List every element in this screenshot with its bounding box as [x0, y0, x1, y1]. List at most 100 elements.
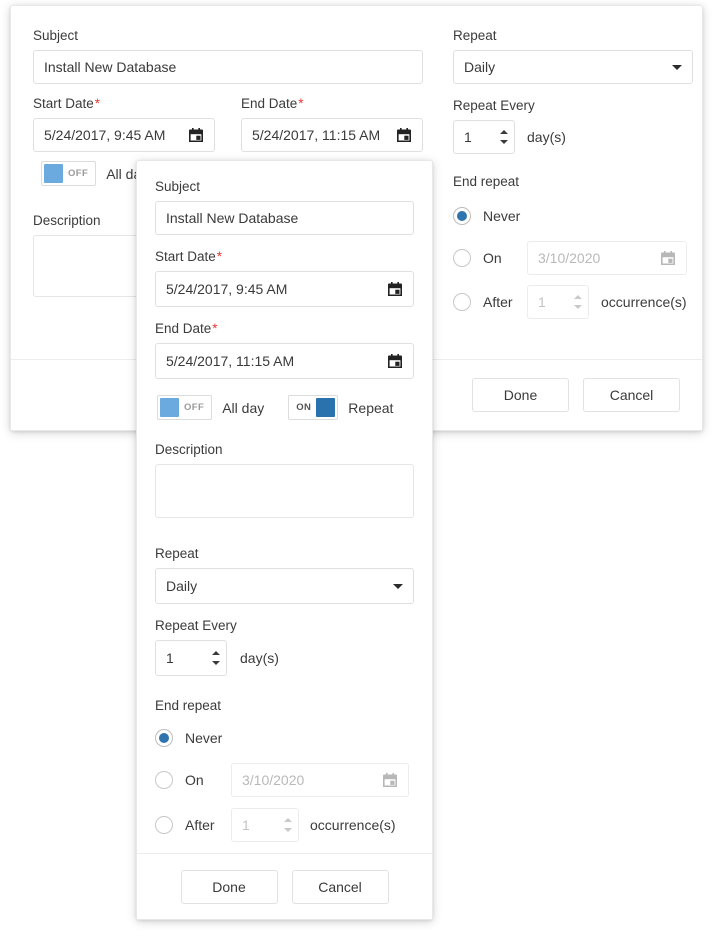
- bg-start-date-label-text: Start Date: [33, 96, 94, 111]
- fg-end-repeat-on-row[interactable]: On 3/10/2020: [155, 763, 414, 797]
- fg-all-day-toggle[interactable]: OFF: [157, 395, 212, 420]
- bg-end-date-input[interactable]: 5/24/2017, 11:15 AM: [241, 118, 423, 152]
- fg-repeat-dropdown[interactable]: Daily: [155, 568, 414, 604]
- bg-end-repeat-count-stepper[interactable]: 1: [527, 285, 589, 319]
- fg-description-textarea[interactable]: [155, 464, 414, 518]
- stepper-arrows[interactable]: [574, 286, 582, 318]
- bg-done-button[interactable]: Done: [472, 378, 569, 412]
- bg-end-repeat-count-placeholder: 1: [538, 294, 574, 310]
- bg-end-repeat-date-input[interactable]: 3/10/2020: [527, 241, 687, 275]
- bg-all-day-toggle[interactable]: OFF: [41, 161, 96, 186]
- spinner-up-icon[interactable]: [500, 130, 508, 134]
- fg-end-repeat-group: End repeat Never On 3/10/2020: [155, 698, 414, 842]
- bg-repeat-every-unit: day(s): [527, 129, 566, 145]
- spinner-up-icon[interactable]: [284, 818, 292, 822]
- fg-repeat-value: Daily: [166, 578, 393, 594]
- bg-radio-on[interactable]: [453, 249, 471, 267]
- bg-all-day-toggle-state: OFF: [63, 168, 93, 179]
- bg-end-repeat-date-placeholder: 3/10/2020: [538, 250, 660, 266]
- bg-start-date-label: Start Date*: [33, 96, 215, 112]
- bg-end-repeat-on-row[interactable]: On 3/10/2020: [453, 241, 698, 275]
- spinner-down-icon[interactable]: [212, 661, 220, 665]
- bg-start-date-field-group: Start Date* 5/24/2017, 9:45 AM: [33, 96, 215, 152]
- spinner-down-icon[interactable]: [574, 305, 582, 309]
- fg-end-date-input[interactable]: 5/24/2017, 11:15 AM: [155, 343, 414, 379]
- bg-subject-label: Subject: [33, 28, 423, 44]
- stepper-arrows[interactable]: [500, 121, 508, 153]
- fg-radio-on-label: On: [185, 772, 231, 788]
- fg-start-date-value: 5/24/2017, 9:45 AM: [166, 281, 387, 297]
- calendar-icon[interactable]: [396, 127, 412, 143]
- spinner-up-icon[interactable]: [212, 651, 220, 655]
- calendar-icon[interactable]: [188, 127, 204, 143]
- spinner-down-icon[interactable]: [500, 140, 508, 144]
- bg-repeat-every-stepper[interactable]: 1: [453, 120, 515, 154]
- event-editor-dialog-compact: Subject Install New Database Start Date*…: [136, 160, 433, 920]
- bg-subject-field-group: Subject Install New Database: [33, 28, 423, 84]
- fg-subject-field-group: Subject Install New Database: [155, 179, 414, 235]
- bg-repeat-label: Repeat: [453, 28, 693, 44]
- fg-end-repeat-count-unit: occurrence(s): [310, 817, 396, 833]
- bg-repeat-every-field-group: Repeat Every 1 day(s): [453, 98, 566, 154]
- fg-repeat-toggle[interactable]: ON: [288, 395, 338, 420]
- calendar-icon[interactable]: [660, 250, 676, 266]
- fg-all-day-toggle-state: OFF: [179, 402, 209, 413]
- fg-repeat-field-group: Repeat Daily: [155, 546, 414, 604]
- bg-description-label: Description: [33, 213, 153, 229]
- bg-subject-input[interactable]: Install New Database: [33, 50, 423, 84]
- calendar-icon[interactable]: [387, 353, 403, 369]
- calendar-icon[interactable]: [382, 772, 398, 788]
- fg-radio-never[interactable]: [155, 729, 173, 747]
- fg-end-date-field-group: End Date* 5/24/2017, 11:15 AM: [155, 321, 414, 379]
- bg-end-repeat-after-row[interactable]: After 1 occurrence(s): [453, 285, 698, 319]
- calendar-icon[interactable]: [387, 281, 403, 297]
- bg-subject-value: Install New Database: [44, 59, 412, 75]
- fg-end-repeat-date-input[interactable]: 3/10/2020: [231, 763, 409, 797]
- fg-description-field-group: Description: [155, 442, 414, 518]
- chevron-down-icon: [393, 584, 403, 589]
- bg-start-date-required: *: [94, 96, 100, 111]
- bg-repeat-every-value: 1: [464, 129, 500, 145]
- fg-done-button[interactable]: Done: [181, 870, 278, 904]
- fg-start-date-label-text: Start Date: [155, 249, 216, 264]
- fg-end-repeat-date-placeholder: 3/10/2020: [242, 772, 382, 788]
- fg-repeat-every-unit: day(s): [240, 650, 279, 666]
- bg-description-field-group: Description: [33, 213, 153, 297]
- fg-start-date-input[interactable]: 5/24/2017, 9:45 AM: [155, 271, 414, 307]
- radio-dot: [457, 211, 467, 221]
- fg-repeat-every-stepper[interactable]: 1: [155, 640, 227, 676]
- fg-radio-never-label: Never: [185, 730, 222, 746]
- bg-cancel-button[interactable]: Cancel: [583, 378, 680, 412]
- fg-end-repeat-count-stepper[interactable]: 1: [231, 808, 299, 842]
- bg-end-repeat-never-row[interactable]: Never: [453, 204, 698, 228]
- fg-description-label: Description: [155, 442, 414, 458]
- bg-radio-on-label: On: [483, 250, 527, 266]
- stepper-arrows[interactable]: [284, 809, 292, 841]
- bg-radio-after[interactable]: [453, 293, 471, 311]
- bg-start-date-input[interactable]: 5/24/2017, 9:45 AM: [33, 118, 215, 152]
- bg-end-repeat-label: End repeat: [453, 174, 698, 190]
- bg-repeat-dropdown[interactable]: Daily: [453, 50, 693, 84]
- bg-radio-after-label: After: [483, 294, 527, 310]
- fg-subject-input[interactable]: Install New Database: [155, 201, 414, 235]
- fg-radio-on[interactable]: [155, 771, 173, 789]
- bg-radio-never[interactable]: [453, 207, 471, 225]
- bg-end-repeat-group: End repeat Never On 3/10/2020: [453, 174, 698, 319]
- fg-cancel-button[interactable]: Cancel: [292, 870, 389, 904]
- fg-repeat-every-value: 1: [166, 650, 212, 666]
- spinner-up-icon[interactable]: [574, 295, 582, 299]
- radio-dot: [159, 733, 169, 743]
- bg-repeat-every-label: Repeat Every: [453, 98, 566, 114]
- fg-start-date-field-group: Start Date* 5/24/2017, 9:45 AM: [155, 249, 414, 307]
- bg-end-date-label-text: End Date: [241, 96, 297, 111]
- fg-dialog-body: Subject Install New Database Start Date*…: [137, 161, 432, 842]
- fg-end-repeat-count-placeholder: 1: [242, 817, 284, 833]
- fg-dialog-footer: Done Cancel: [137, 853, 432, 919]
- stepper-arrows[interactable]: [212, 641, 220, 675]
- fg-end-repeat-after-row[interactable]: After 1 occurrence(s): [155, 808, 414, 842]
- fg-radio-after[interactable]: [155, 816, 173, 834]
- toggle-thumb: [160, 398, 179, 417]
- fg-end-repeat-never-row[interactable]: Never: [155, 726, 414, 750]
- fg-repeat-label: Repeat: [155, 546, 414, 562]
- spinner-down-icon[interactable]: [284, 828, 292, 832]
